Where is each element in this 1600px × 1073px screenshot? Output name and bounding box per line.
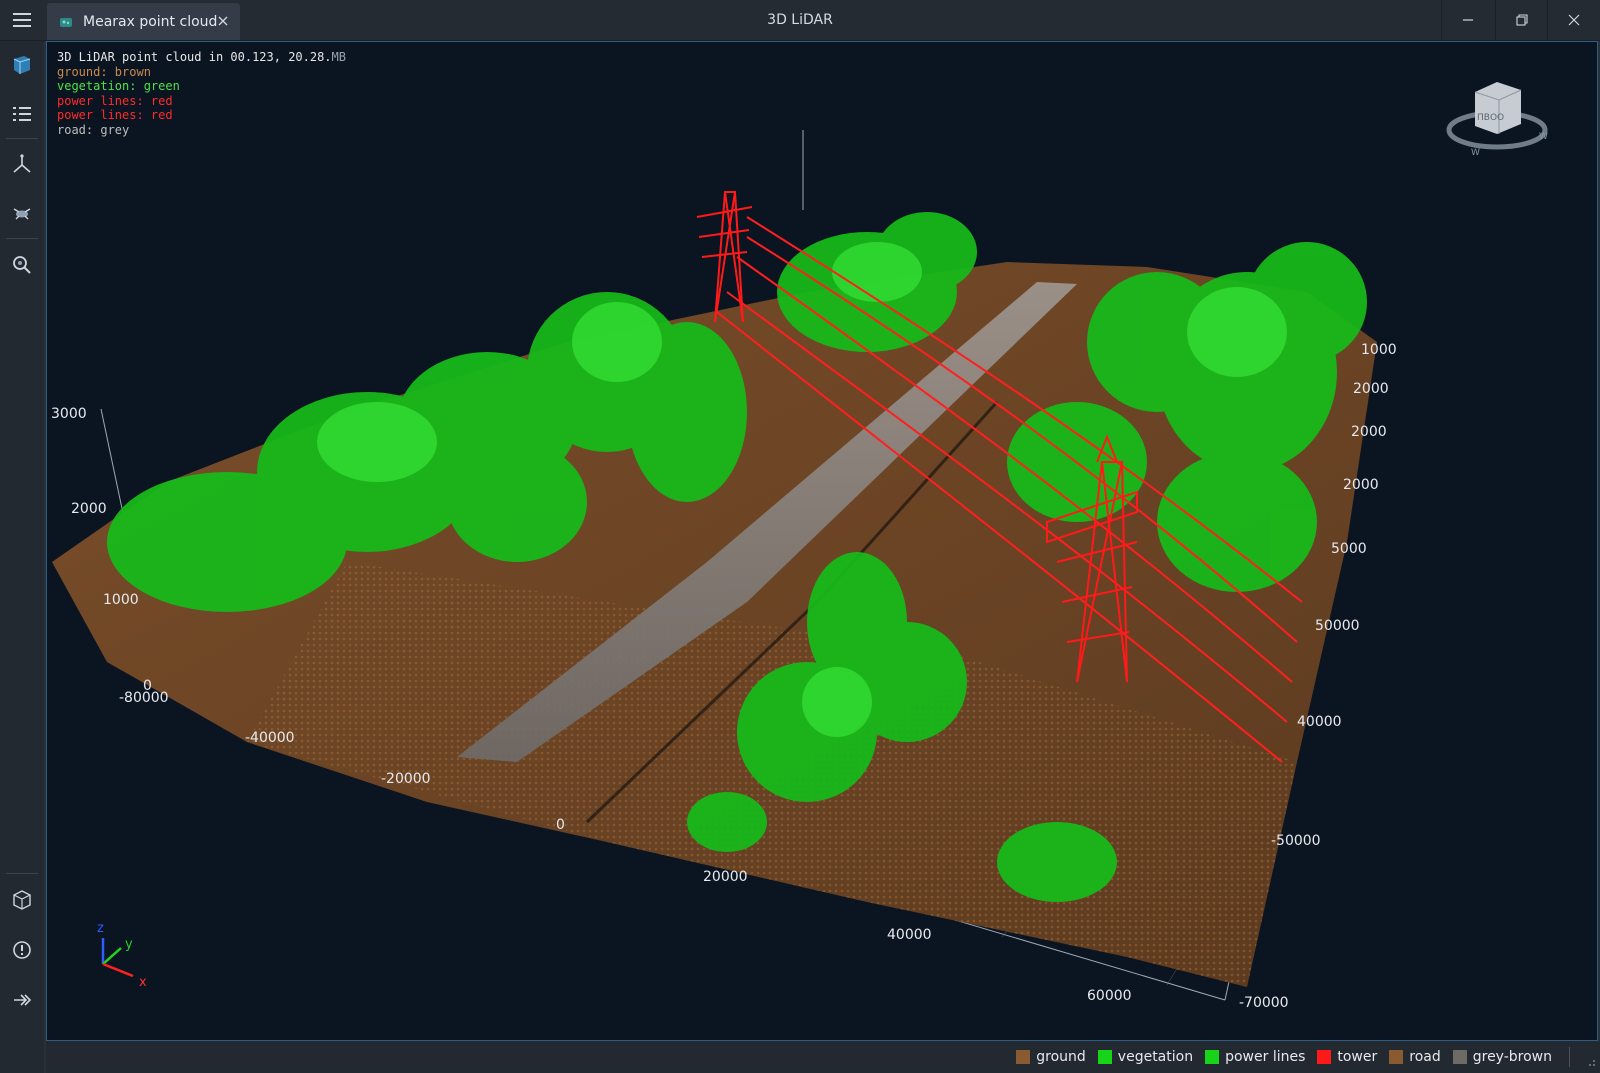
info-overlay: 3D LiDAR point cloud in 00.123, 20.28.MB…	[57, 50, 346, 138]
legend: ground vegetation power lines tower road grey…	[1004, 1041, 1552, 1073]
x-tick-label: 60000	[1087, 988, 1132, 1004]
legend-item: ground	[1016, 1049, 1086, 1065]
legend-swatch	[1317, 1050, 1332, 1064]
status-bar: ground vegetation power lines tower road grey…	[46, 1041, 1600, 1073]
y-tick-label: 2000	[1343, 477, 1379, 493]
close-icon	[1568, 14, 1580, 26]
cube-stack-icon	[13, 890, 31, 910]
list-icon	[13, 107, 31, 121]
sidebar-search-button[interactable]	[4, 247, 40, 283]
y-tick-label: -70000	[1239, 995, 1289, 1011]
restore-button[interactable]	[1496, 0, 1548, 40]
sidebar-info-button[interactable]	[4, 932, 40, 968]
info-ground-line: ground: brown	[57, 64, 151, 79]
legend-label: grey-brown	[1472, 1049, 1552, 1065]
info-header: 3D LiDAR point cloud in 00.123, 20.28.	[57, 50, 332, 64]
axis-z-label: z	[97, 921, 104, 936]
legend-label: ground	[1036, 1049, 1086, 1065]
y-tick-label: 2000	[1353, 381, 1389, 397]
view-cube-face-label: ПВОО	[1477, 113, 1504, 123]
legend-item: grey-brown	[1452, 1049, 1552, 1065]
y-tick-label: 50000	[1315, 618, 1360, 634]
legend-item: road	[1389, 1049, 1441, 1065]
axes-icon	[13, 154, 31, 173]
legend-swatch	[1016, 1050, 1031, 1064]
z-tick-label: 2000	[71, 501, 107, 517]
z-tick-label: 3000	[51, 406, 87, 422]
view-cube-compass-west: W	[1471, 148, 1480, 158]
resize-grip-icon[interactable]	[1584, 1055, 1596, 1067]
info-road-line: road: grey	[57, 122, 130, 137]
x-tick-label: 0	[556, 817, 565, 833]
x-tick-label: -80000	[119, 690, 169, 706]
sidebar-list-button[interactable]	[4, 96, 40, 132]
restore-icon	[1516, 14, 1528, 26]
point-cloud-viewport[interactable]: ПВОО W W z y x 0 1000 2000 3000 -80000 -40000…	[46, 41, 1598, 1041]
drone-icon	[13, 208, 31, 220]
axis-x-label: x	[139, 975, 147, 990]
x-tick-label: -40000	[245, 730, 295, 746]
info-icon	[13, 941, 31, 959]
tab-label: Mearax point cloud	[83, 13, 218, 30]
info-power-lines-line: power lines: red	[57, 93, 173, 108]
legend-swatch	[1205, 1050, 1220, 1064]
point-cloud-scene[interactable]: ПВОО W W z y x 0 1000 2000 3000 -80000 -40000…	[47, 42, 1597, 1040]
sidebar-drone-button[interactable]	[4, 195, 40, 231]
sidebar-layers-button[interactable]	[4, 47, 40, 83]
legend-label: tower	[1337, 1049, 1378, 1065]
legend-label: power lines	[1225, 1049, 1306, 1065]
y-tick-label: 2000	[1351, 424, 1387, 440]
y-tick-label: 40000	[1297, 714, 1342, 730]
minimize-button[interactable]	[1442, 0, 1494, 40]
close-window-button[interactable]	[1548, 0, 1600, 40]
close-tab-icon[interactable]	[216, 14, 230, 28]
view-cube-compass-east: W	[1539, 132, 1548, 142]
x-tick-label: 20000	[703, 869, 748, 885]
y-tick-label: 5000	[1331, 541, 1367, 557]
point-cloud-icon	[60, 17, 72, 27]
x-tick-label: 40000	[887, 927, 932, 943]
export-icon	[14, 994, 32, 1006]
window-title: 3D LiDAR	[767, 12, 833, 28]
layers-icon	[13, 56, 31, 74]
legend-label: road	[1409, 1049, 1441, 1065]
legend-swatch	[1389, 1050, 1404, 1064]
sidebar	[0, 41, 44, 1073]
sidebar-axes-button[interactable]	[4, 146, 40, 182]
y-tick-label: -50000	[1271, 833, 1321, 849]
legend-item: power lines	[1205, 1049, 1305, 1065]
x-tick-label: -20000	[381, 771, 431, 787]
info-vegetation-line: vegetation: green	[57, 79, 180, 94]
info-size-unit: MB	[331, 50, 346, 64]
tab-point-cloud[interactable]: Mearax point cloud	[47, 3, 240, 40]
y-tick-label: 1000	[1361, 342, 1397, 358]
minimize-icon	[1463, 19, 1473, 21]
sidebar-export-button[interactable]	[4, 982, 40, 1018]
legend-item: vegetation	[1097, 1049, 1194, 1065]
title-bar: Mearax point cloud 3D LiDAR	[0, 0, 1600, 41]
hamburger-menu-icon	[13, 13, 31, 27]
legend-label: vegetation	[1117, 1049, 1194, 1065]
legend-item: tower	[1317, 1049, 1377, 1065]
legend-swatch	[1097, 1050, 1112, 1064]
legend-swatch	[1452, 1050, 1467, 1064]
axis-y-label: y	[125, 937, 133, 952]
menu-button[interactable]	[0, 0, 44, 40]
info-power-lines-line-2: power lines: red	[57, 108, 173, 123]
sidebar-cube-stack-button[interactable]	[4, 882, 40, 918]
search-icon	[13, 256, 31, 274]
power-tower-far	[696, 191, 753, 323]
z-tick-label: 1000	[103, 592, 139, 608]
